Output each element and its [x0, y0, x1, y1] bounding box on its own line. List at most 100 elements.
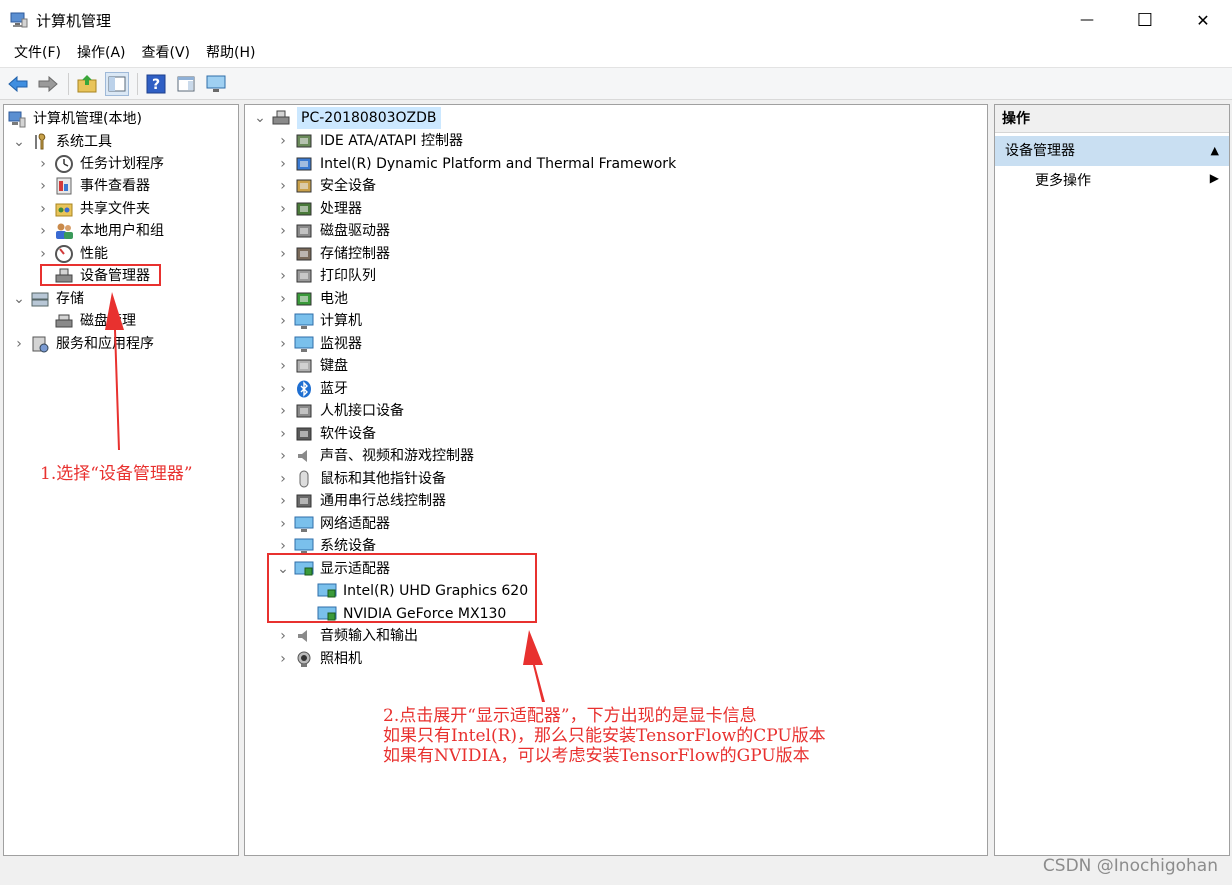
chevron-down-icon[interactable]: ⌄	[12, 291, 26, 307]
usb-icon	[294, 491, 314, 511]
chevron-right-icon[interactable]: ›	[276, 471, 290, 487]
tree-item-disk-management[interactable]: 磁盘管理	[54, 310, 136, 332]
properties-icon[interactable]	[174, 72, 198, 96]
minimize-button[interactable]: —	[1058, 0, 1116, 40]
forward-arrow-icon[interactable]	[36, 72, 60, 96]
chevron-right-icon[interactable]: ›	[276, 426, 290, 442]
tree-label: 服务和应用程序	[56, 336, 154, 352]
chevron-right-icon[interactable]: ›	[276, 201, 290, 217]
battery-icon	[294, 289, 314, 309]
device-category-item[interactable]: › IDE ATA/ATAPI 控制器	[276, 130, 463, 152]
device-category-item[interactable]: › 音频输入和输出	[276, 625, 418, 647]
chevron-right-icon[interactable]: ›	[276, 156, 290, 172]
chevron-right-icon[interactable]: ›	[276, 358, 290, 374]
maximize-button[interactable]: ☐	[1116, 0, 1174, 40]
device-category-item[interactable]: › 声音、视频和游戏控制器	[276, 445, 474, 467]
back-arrow-icon[interactable]	[6, 72, 30, 96]
chevron-right-icon[interactable]: ›	[276, 493, 290, 509]
tree-item-task-scheduler[interactable]: › 任务计划程序	[36, 153, 164, 175]
help-icon[interactable]: ?	[144, 72, 168, 96]
device-tree-root-label: PC-20180803OZDB	[297, 107, 441, 129]
chevron-right-icon[interactable]: ›	[36, 156, 50, 172]
chevron-right-icon[interactable]: ›	[276, 268, 290, 284]
chevron-right-icon[interactable]: ›	[276, 381, 290, 397]
device-category-label: 安全设备	[320, 178, 376, 194]
device-category-item[interactable]: › 人机接口设备	[276, 400, 404, 422]
monitor-icon[interactable]	[204, 72, 228, 96]
chevron-right-icon[interactable]: ›	[36, 223, 50, 239]
chevron-right-icon[interactable]: ›	[276, 291, 290, 307]
device-category-item[interactable]: › 蓝牙	[276, 378, 348, 400]
users-icon	[54, 221, 74, 241]
menu-file[interactable]: 文件(F)	[6, 40, 69, 67]
chevron-right-icon[interactable]: ›	[36, 201, 50, 217]
device-category-item[interactable]: › 电池	[276, 288, 348, 310]
actions-section-device-manager[interactable]: 设备管理器 ▲	[995, 136, 1229, 166]
software-device-icon	[294, 424, 314, 444]
device-category-item[interactable]: › 鼠标和其他指针设备	[276, 468, 446, 490]
tree-label: 性能	[80, 246, 108, 262]
keyboard-icon	[294, 356, 314, 376]
device-category-item[interactable]: › 计算机	[276, 310, 362, 332]
close-button[interactable]: ✕	[1174, 0, 1232, 40]
chevron-right-icon[interactable]: ›	[276, 223, 290, 239]
toolbar-separator	[137, 72, 138, 95]
tree-item-storage[interactable]: ⌄ 存储	[12, 288, 84, 310]
chevron-right-icon[interactable]: ›	[276, 628, 290, 644]
chevron-right-icon[interactable]: ›	[276, 403, 290, 419]
device-category-item[interactable]: › 监视器	[276, 333, 362, 355]
device-category-label: 通用串行总线控制器	[320, 493, 446, 509]
event-viewer-icon	[54, 176, 74, 196]
chevron-right-icon[interactable]: ›	[276, 313, 290, 329]
chevron-down-icon[interactable]: ⌄	[12, 134, 26, 150]
computer-root-icon	[271, 108, 291, 128]
hid-icon	[294, 401, 314, 421]
toolbar: ?	[0, 67, 1232, 100]
chevron-right-icon[interactable]: ›	[36, 246, 50, 262]
device-category-item[interactable]: › 网络适配器	[276, 513, 390, 535]
audio-io-icon	[294, 626, 314, 646]
chevron-right-icon[interactable]: ›	[276, 516, 290, 532]
tree-item-system-tools[interactable]: ⌄ 系统工具	[12, 131, 112, 153]
device-category-item[interactable]: › 通用串行总线控制器	[276, 490, 446, 512]
device-category-item[interactable]: › 磁盘驱动器	[276, 220, 390, 242]
menu-action[interactable]: 操作(A)	[69, 40, 134, 67]
tree-item-shared-folders[interactable]: › 共享文件夹	[36, 198, 150, 220]
submenu-arrow-icon[interactable]: ▶	[1210, 171, 1219, 185]
chevron-right-icon[interactable]: ›	[12, 336, 26, 352]
chevron-right-icon[interactable]: ›	[276, 336, 290, 352]
tools-icon	[30, 132, 50, 152]
device-category-item[interactable]: › 处理器	[276, 198, 362, 220]
chevron-right-icon[interactable]: ›	[276, 178, 290, 194]
show-hide-tree-icon[interactable]	[105, 71, 129, 96]
tree-item-local-users[interactable]: › 本地用户和组	[36, 220, 164, 242]
menu-help[interactable]: 帮助(H)	[198, 40, 263, 67]
chevron-right-icon[interactable]: ›	[36, 178, 50, 194]
device-category-label: 监视器	[320, 336, 362, 352]
device-category-item[interactable]: › 存储控制器	[276, 243, 390, 265]
device-category-item[interactable]: › 打印队列	[276, 265, 376, 287]
device-category-item[interactable]: › Intel(R) Dynamic Platform and Thermal F…	[276, 153, 676, 175]
device-category-item[interactable]: › 软件设备	[276, 423, 376, 445]
device-category-item[interactable]: › 照相机	[276, 648, 362, 670]
chevron-right-icon[interactable]: ›	[276, 246, 290, 262]
monitor-icon	[294, 334, 314, 354]
device-category-item[interactable]: › 安全设备	[276, 175, 376, 197]
collapse-up-icon[interactable]: ▲	[1211, 136, 1219, 166]
device-category-label: 照相机	[320, 651, 362, 667]
device-category-item[interactable]: › 键盘	[276, 355, 348, 377]
tree-item-root[interactable]: 计算机管理(本地)	[7, 108, 142, 130]
chevron-right-icon[interactable]: ›	[276, 651, 290, 667]
device-category-label: 处理器	[320, 201, 362, 217]
chevron-down-icon[interactable]: ⌄	[253, 110, 267, 126]
up-folder-icon[interactable]	[75, 72, 99, 96]
tree-item-services-apps[interactable]: › 服务和应用程序	[12, 333, 154, 355]
chevron-right-icon[interactable]: ›	[276, 133, 290, 149]
more-actions-item[interactable]: 更多操作	[1035, 169, 1091, 193]
chevron-right-icon[interactable]: ›	[276, 448, 290, 464]
tree-item-event-viewer[interactable]: › 事件查看器	[36, 175, 150, 197]
device-tree-root[interactable]: ⌄ PC-20180803OZDB	[253, 107, 441, 129]
tree-item-performance[interactable]: › 性能	[36, 243, 108, 265]
chevron-right-icon[interactable]: ›	[276, 538, 290, 554]
menu-view[interactable]: 查看(V)	[134, 40, 199, 67]
